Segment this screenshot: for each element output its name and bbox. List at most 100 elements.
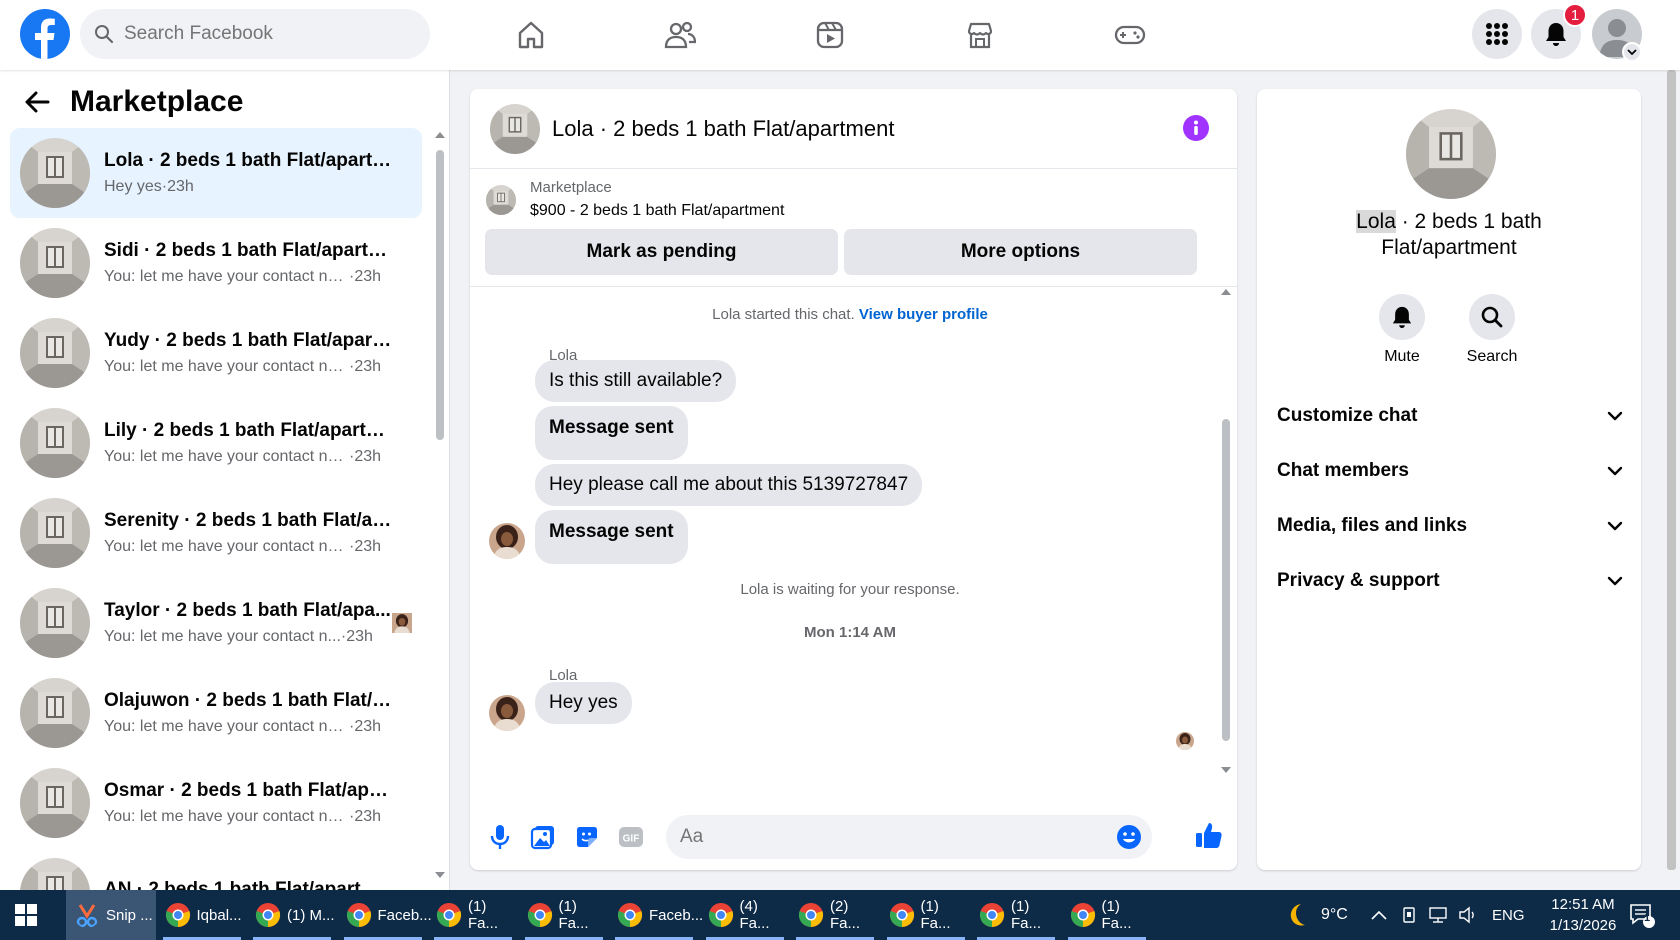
privacy-support-section[interactable]: Privacy & support	[1277, 561, 1623, 601]
scroll-down-icon[interactable]	[434, 870, 446, 880]
conversation-item[interactable]: Sidi · 2 beds 1 bath Flat/apartme... You:…	[10, 218, 422, 308]
weather-temp: 9°C	[1321, 906, 1348, 923]
bell-icon	[1546, 23, 1566, 46]
conversation-item[interactable]: AN · 2 beds 1 bath Flat/apartment	[10, 848, 422, 890]
gif-icon[interactable]: GIF	[616, 822, 646, 852]
menu-grid-button[interactable]	[1472, 9, 1522, 59]
scrollbar-thumb[interactable]	[436, 150, 444, 440]
listing-thumbnail[interactable]	[486, 185, 516, 215]
conversation-preview-row: You: let me have your contact nu... ·23h	[104, 808, 394, 826]
sender-avatar[interactable]	[489, 695, 525, 731]
friends-icon[interactable]	[658, 13, 702, 57]
notification-center[interactable]: 1	[1628, 890, 1656, 940]
search-input[interactable]	[124, 23, 404, 45]
weather-widget[interactable]: 9°C	[1283, 890, 1348, 940]
search-in-chat-button[interactable]	[1469, 294, 1515, 340]
conversation-time: ·23h	[349, 268, 382, 285]
info-button[interactable]	[1183, 115, 1209, 141]
taskbar-app[interactable]: (2) Fa...	[790, 890, 880, 940]
search-bar[interactable]	[80, 9, 430, 59]
conversation-item[interactable]: Serenity · 2 beds 1 bath Flat/apa... You:…	[10, 488, 422, 578]
emoji-icon[interactable]	[1116, 824, 1142, 850]
microphone-icon[interactable]	[485, 822, 515, 852]
listing-avatar-large[interactable]	[1406, 109, 1496, 199]
taskbar-app-label: (1) M...	[287, 906, 335, 924]
taskbar-app[interactable]: Snip ...	[66, 890, 156, 940]
volume-icon[interactable]	[1458, 906, 1478, 924]
conversation-avatar	[20, 318, 90, 388]
chat-title[interactable]: Lola · 2 beds 1 bath Flat/apartment	[552, 116, 894, 142]
buyer-name[interactable]: Lola	[1356, 210, 1396, 233]
chat-header: Lola · 2 beds 1 bath Flat/apartment	[470, 89, 1237, 169]
listing-price[interactable]: $900 - 2 beds 1 bath Flat/apartment	[530, 202, 1237, 220]
message-input[interactable]	[680, 826, 1080, 848]
taskbar-app[interactable]: (4) Fa...	[700, 890, 790, 940]
language-indicator[interactable]: ENG	[1492, 907, 1525, 924]
system-clock[interactable]: 12:51 AM 1/13/2026	[1533, 894, 1633, 936]
scrollbar-thumb[interactable]	[1222, 419, 1230, 741]
photo-icon[interactable]	[528, 822, 558, 852]
chevron-up-icon[interactable]	[1370, 909, 1388, 921]
message-bubble[interactable]: Message sent	[535, 510, 688, 564]
scroll-up-icon[interactable]	[1220, 287, 1232, 297]
taskbar-app[interactable]: (1) Fa...	[519, 890, 609, 940]
device-icon[interactable]	[1400, 906, 1418, 924]
search-action[interactable]: Search	[1452, 294, 1532, 366]
scrollbar-thumb[interactable]	[1667, 70, 1676, 870]
media-files-links-section[interactable]: Media, files and links	[1277, 506, 1623, 546]
conversation-item[interactable]: Taylor · 2 beds 1 bath Flat/apa... You: l…	[10, 578, 422, 668]
conversation-item[interactable]: Yudy · 2 beds 1 bath Flat/apartm... You: …	[10, 308, 422, 398]
message-input-field[interactable]	[666, 815, 1152, 859]
conversation-item[interactable]: Olajuwon · 2 beds 1 bath Flat/ap... You: …	[10, 668, 422, 758]
view-buyer-profile-link[interactable]: View buyer profile	[859, 306, 988, 323]
taskbar-app[interactable]: Iqbal...	[157, 890, 247, 940]
customize-chat-section[interactable]: Customize chat	[1277, 396, 1623, 436]
message-bubble[interactable]: Is this still available?	[535, 360, 737, 402]
message-bubble[interactable]: Hey please call me about this 5139727847	[535, 464, 923, 506]
chevron-down-icon	[1627, 49, 1637, 56]
mark-as-pending-button[interactable]: Mark as pending	[485, 229, 838, 275]
taskbar-app[interactable]: (1) Fa...	[428, 890, 518, 940]
mute-button[interactable]	[1379, 294, 1425, 340]
home-icon[interactable]	[509, 13, 553, 57]
like-thumb-icon[interactable]	[1194, 820, 1224, 850]
page-scrollbar[interactable]	[1663, 70, 1680, 890]
grid-icon	[1486, 23, 1508, 45]
listing-avatar[interactable]	[490, 103, 540, 154]
windows-start-icon[interactable]	[14, 903, 38, 927]
network-icon[interactable]	[1428, 906, 1448, 924]
more-options-button[interactable]: More options	[844, 229, 1197, 275]
conversation-item[interactable]: Lola · 2 beds 1 bath Flat/apartm... Hey y…	[10, 128, 422, 218]
taskbar-app[interactable]: (1) Fa...	[881, 890, 971, 940]
conversation-title: Serenity · 2 beds 1 bath Flat/apa...	[104, 510, 394, 531]
chat-members-section[interactable]: Chat members	[1277, 451, 1623, 491]
back-arrow-icon[interactable]	[24, 91, 50, 113]
scroll-down-icon[interactable]	[1220, 765, 1232, 775]
sender-avatar[interactable]	[489, 523, 525, 559]
sidebar-scrollbar[interactable]	[434, 130, 446, 880]
message-bubble[interactable]: Hey yes	[535, 682, 632, 724]
taskbar-app[interactable]: Faceb...	[338, 890, 432, 940]
sticker-icon[interactable]	[572, 822, 602, 852]
mute-action[interactable]: Mute	[1362, 294, 1442, 366]
video-icon[interactable]	[808, 13, 852, 57]
marketplace-icon[interactable]	[958, 13, 1002, 57]
account-caret[interactable]	[1622, 42, 1642, 62]
chrome-icon	[346, 903, 371, 928]
taskbar-app-label: Faceb...	[649, 906, 704, 924]
taskbar-app[interactable]: (1) M...	[247, 890, 337, 940]
taskbar-app[interactable]: Faceb...	[609, 890, 703, 940]
gaming-icon[interactable]	[1108, 13, 1152, 57]
notification-count: 1	[1644, 912, 1651, 924]
conversation-item[interactable]: Osmar · 2 beds 1 bath Flat/apart... You: …	[10, 758, 422, 848]
notifications-button[interactable]: 1	[1531, 3, 1587, 59]
facebook-logo[interactable]	[20, 9, 70, 59]
message-bubble[interactable]: Message sent	[535, 406, 688, 460]
taskbar-app[interactable]: (1) Fa...	[971, 890, 1061, 940]
chat-scrollbar[interactable]	[1220, 281, 1232, 781]
taskbar-app[interactable]: (1) Fa...	[1062, 890, 1152, 940]
page-title: Marketplace	[70, 85, 244, 118]
conversation-item[interactable]: Lily · 2 beds 1 bath Flat/apartment You: …	[10, 398, 422, 488]
action-center-icon	[1630, 904, 1655, 928]
scroll-up-icon[interactable]	[434, 130, 446, 140]
